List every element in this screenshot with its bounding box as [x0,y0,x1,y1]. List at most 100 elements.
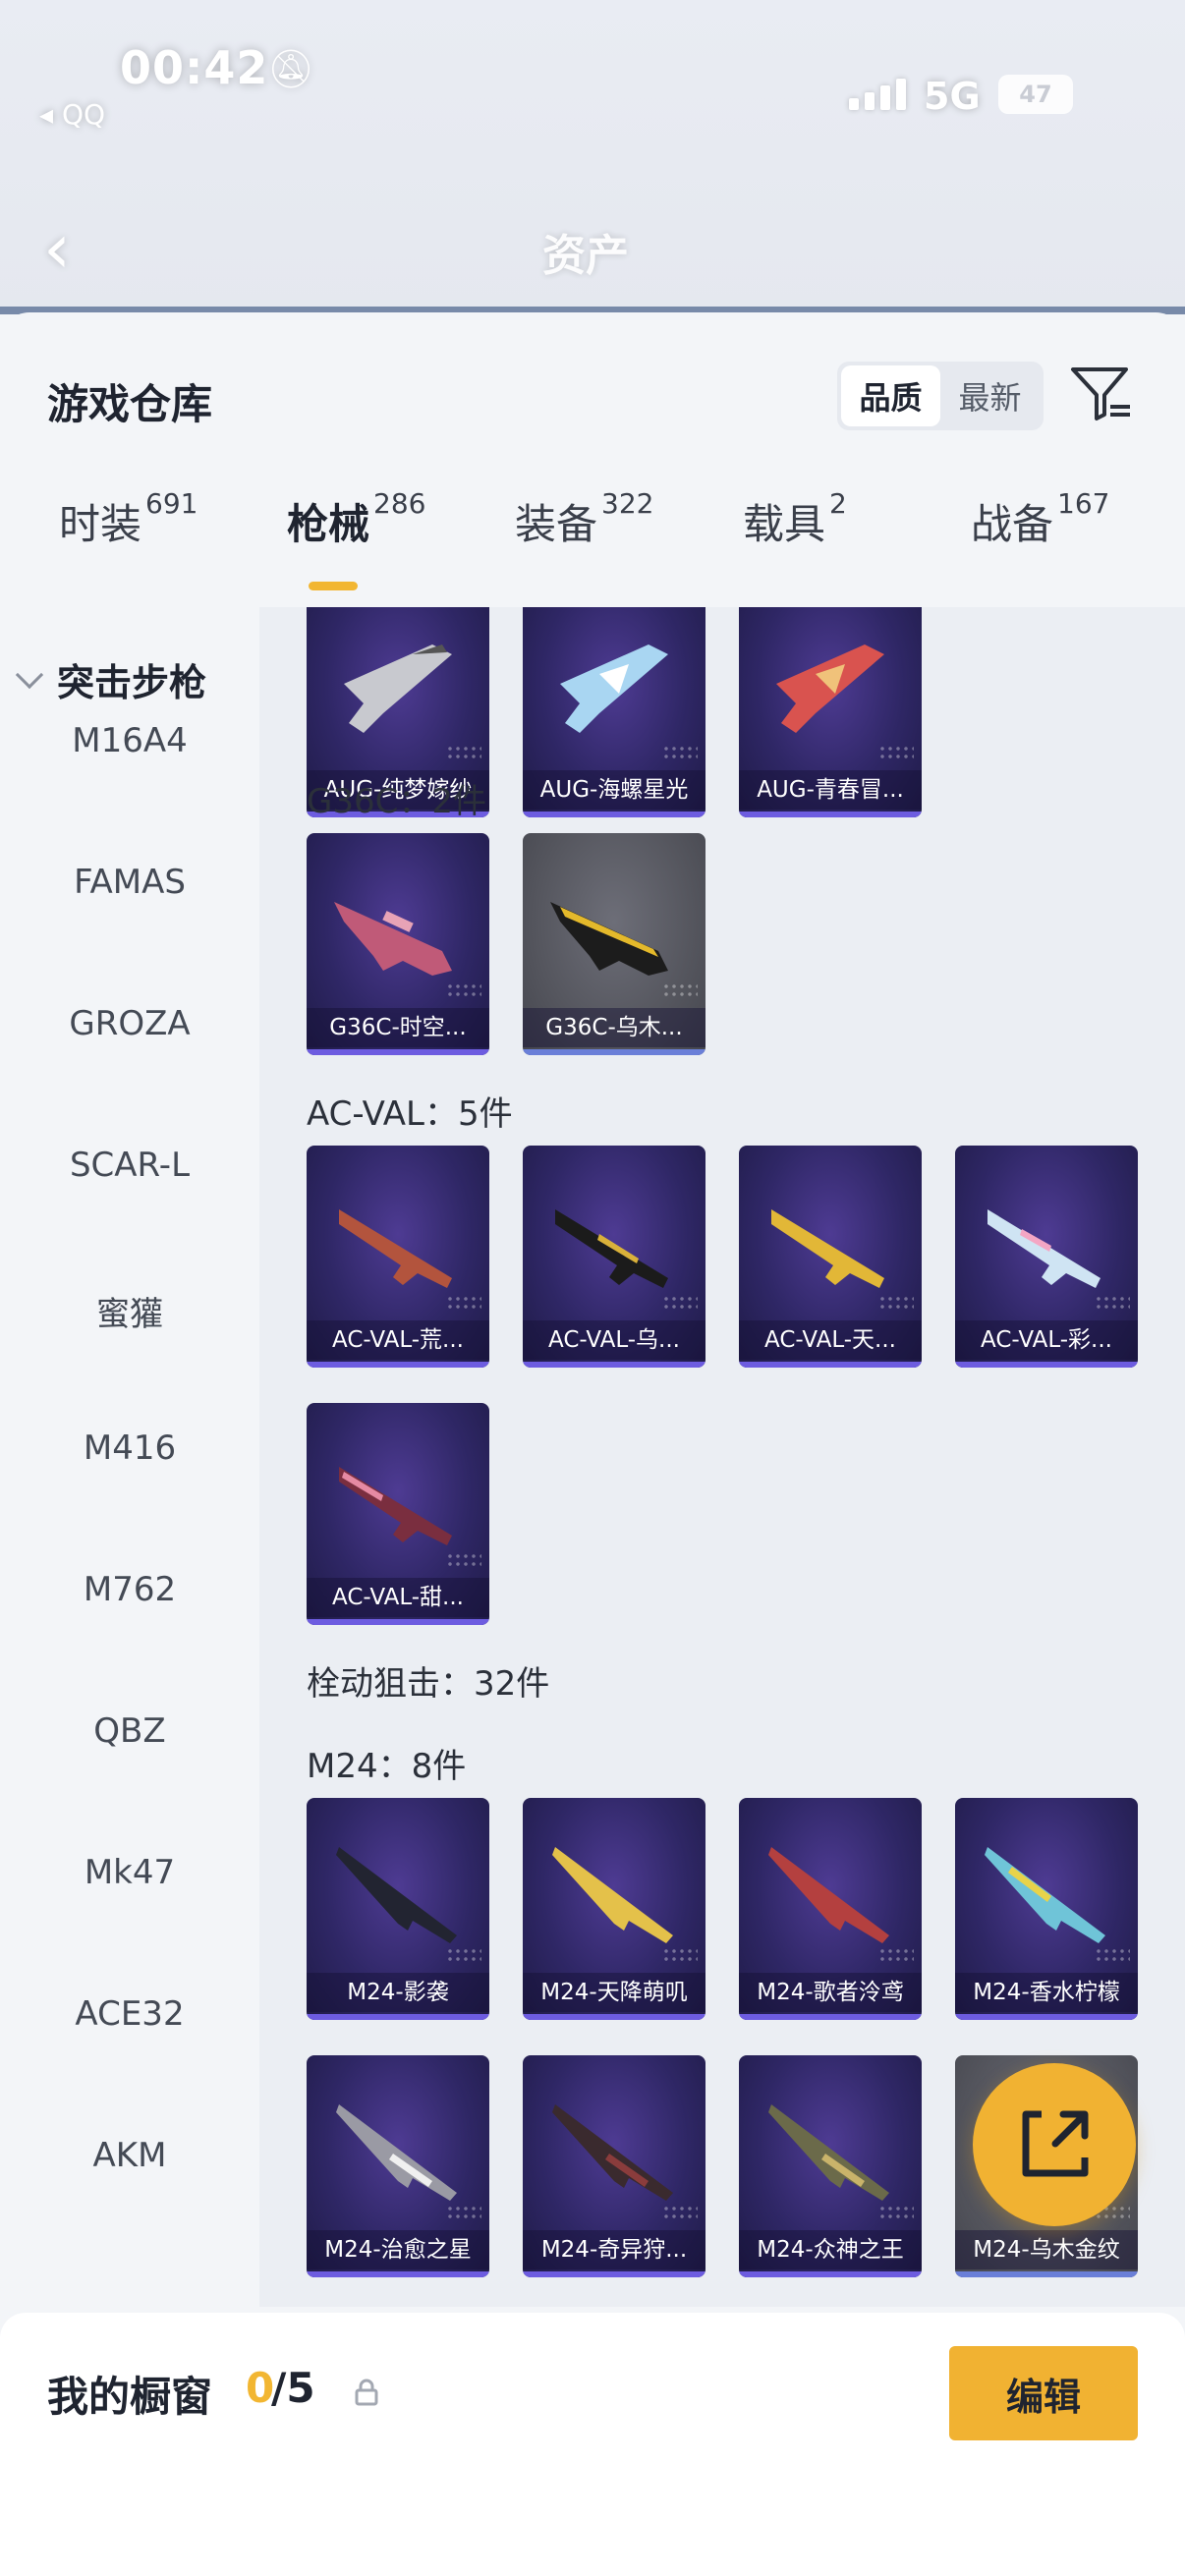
aug-rifle-icon [560,644,668,733]
skin-name: M24-乌木金纹 [955,2230,1138,2269]
tab-count: 286 [373,487,426,520]
m24-sniper-icon [552,2104,673,2201]
share-export-icon [1022,2110,1089,2177]
skin-card[interactable]: M24-治愈之星 [307,2055,489,2277]
skin-name: AC-VAL-乌... [523,1320,705,1360]
g36c-rifle-icon [334,902,452,976]
acval-rifle-icon [339,1209,452,1288]
acval-rifle-icon [988,1209,1100,1288]
sidebar-item-honey-badger[interactable]: 蜜獾 [0,1287,259,1335]
aug-rifle-icon [776,644,884,733]
tab-label: 战备 [971,500,1054,548]
skin-card[interactable]: AC-VAL-甜... [307,1403,489,1625]
sidebar-item-famas[interactable]: FAMAS [0,863,259,902]
tab-label: 枪械 [287,500,370,548]
skin-card[interactable]: AC-VAL-彩... [955,1146,1138,1368]
skin-name: AUG-青春冒... [739,770,922,810]
sidebar-item-qbz[interactable]: QBZ [0,1711,259,1751]
skin-name: AC-VAL-甜... [307,1578,489,1617]
showcase-title: 我的橱窗 [47,2373,213,2421]
sidebar-item-m16a4[interactable]: M16A4 [0,721,259,760]
sidebar-item-m416[interactable]: M416 [0,1428,259,1468]
page-title: 资产 [542,231,629,281]
sort-toggle: 品质 最新 [837,362,1044,430]
section-acval-label: AC-VAL：5件 [307,1094,513,1134]
m24-sniper-icon [336,1847,457,1943]
sidebar-item-groza[interactable]: GROZA [0,1004,259,1043]
warehouse-sheet: 游戏仓库 品质 最新 时装 691 枪械 286 装备 322 载具 2 战备 … [0,312,1185,2576]
skin-card[interactable]: AUG-青春冒... [739,607,922,817]
skin-name: AC-VAL-天... [739,1320,922,1360]
skin-name: AC-VAL-荒... [307,1320,489,1360]
g36c-rifle-icon [550,902,668,976]
tab-label: 时装 [59,500,142,548]
skin-card[interactable]: M24-香水柠檬 [955,1798,1138,2020]
skin-name: M24-奇异狩... [523,2230,705,2269]
tab-guns[interactable]: 枪械 286 [287,487,425,551]
filter-icon[interactable] [1069,362,1134,426]
skin-card[interactable]: AUG-海螺星光 [523,607,705,817]
sidebar-item-mk47[interactable]: Mk47 [0,1853,259,1892]
sidebar-item-akm[interactable]: AKM [0,2136,259,2175]
tab-label: 载具 [743,500,826,548]
m24-sniper-icon [768,1847,889,1943]
skin-card[interactable]: M24-奇异狩... [523,2055,705,2277]
mute-icon: 🔕︎ [267,47,315,90]
skin-name: G36C-乌木... [523,1008,705,1047]
m24-sniper-icon [768,2104,889,2201]
showcase-panel: 我的橱窗 0 /5 编辑 [0,2313,1185,2576]
tab-label: 装备 [515,500,598,548]
showcase-count-total: /5 [271,2364,315,2412]
weapon-skin-grid: AUG-纯梦嫁纱 AUG-海螺星光 AUG-青春冒... G36C：2件 G36… [259,607,1185,2307]
skin-card[interactable]: M24-歌者泠鸢 [739,1798,922,2020]
skin-card[interactable]: AC-VAL-天... [739,1146,922,1368]
tab-count: 167 [1057,487,1110,520]
skin-card[interactable]: AC-VAL-荒... [307,1146,489,1368]
tab-count: 691 [145,487,198,520]
sidebar-item-m762[interactable]: M762 [0,1570,259,1609]
skin-card[interactable]: M24-天降萌叽 [523,1798,705,2020]
skin-name: G36C-时空... [307,1008,489,1047]
skin-card[interactable]: G36C-乌木... [523,833,705,1055]
skin-name: M24-歌者泠鸢 [739,1973,922,2012]
edit-button[interactable]: 编辑 [949,2346,1138,2440]
acval-rifle-icon [555,1209,668,1288]
tab-count: 322 [601,487,654,520]
signal-icon [849,77,908,110]
section-m24-label: M24：8件 [307,1747,467,1786]
battery-icon: 47 [998,75,1073,114]
acval-rifle-icon [339,1467,452,1545]
share-floating-button[interactable] [973,2063,1136,2226]
sidebar-item-scar-l[interactable]: SCAR-L [0,1146,259,1185]
sidebar-item-ace32[interactable]: ACE32 [0,1994,259,2034]
lock-icon [355,2379,378,2406]
network-type: 5G [924,75,981,118]
skin-card[interactable]: AC-VAL-乌... [523,1146,705,1368]
skin-card[interactable]: G36C-时空... [307,833,489,1055]
skin-card[interactable]: M24-众神之王 [739,2055,922,2277]
skin-name: M24-香水柠檬 [955,1973,1138,2012]
skin-name: M24-影袭 [307,1973,489,2012]
m24-sniper-icon [336,2104,457,2201]
tab-equipment[interactable]: 装备 322 [515,487,653,551]
section-bolt-action-label: 栓动狙击：32件 [307,1664,550,1704]
tab-fashion[interactable]: 时装 691 [59,487,198,551]
tab-vehicles[interactable]: 载具 2 [743,487,847,551]
skin-name: M24-众神之王 [739,2230,922,2269]
aug-rifle-icon [344,644,452,733]
tab-supplies[interactable]: 战备 167 [971,487,1109,551]
skin-card[interactable]: M24-影袭 [307,1798,489,2020]
section-g36c-label: G36C：2件 [307,782,486,821]
status-time: 00:42 [120,41,269,94]
back-to-app-link[interactable]: ◂ QQ [39,98,105,131]
sort-newest-button[interactable]: 最新 [940,365,1040,426]
sidebar-group-label: 突击步枪 [57,661,207,704]
showcase-count-current: 0 [246,2364,275,2412]
m24-sniper-icon [985,1847,1105,1943]
sidebar-group-assault-rifles[interactable]: 突击步枪 [15,652,207,706]
sort-quality-button[interactable]: 品质 [841,365,940,426]
skin-name: M24-治愈之星 [307,2230,489,2269]
back-arrow-icon[interactable]: ‹ [43,214,71,283]
acval-rifle-icon [771,1209,884,1288]
active-tab-indicator [309,582,358,590]
